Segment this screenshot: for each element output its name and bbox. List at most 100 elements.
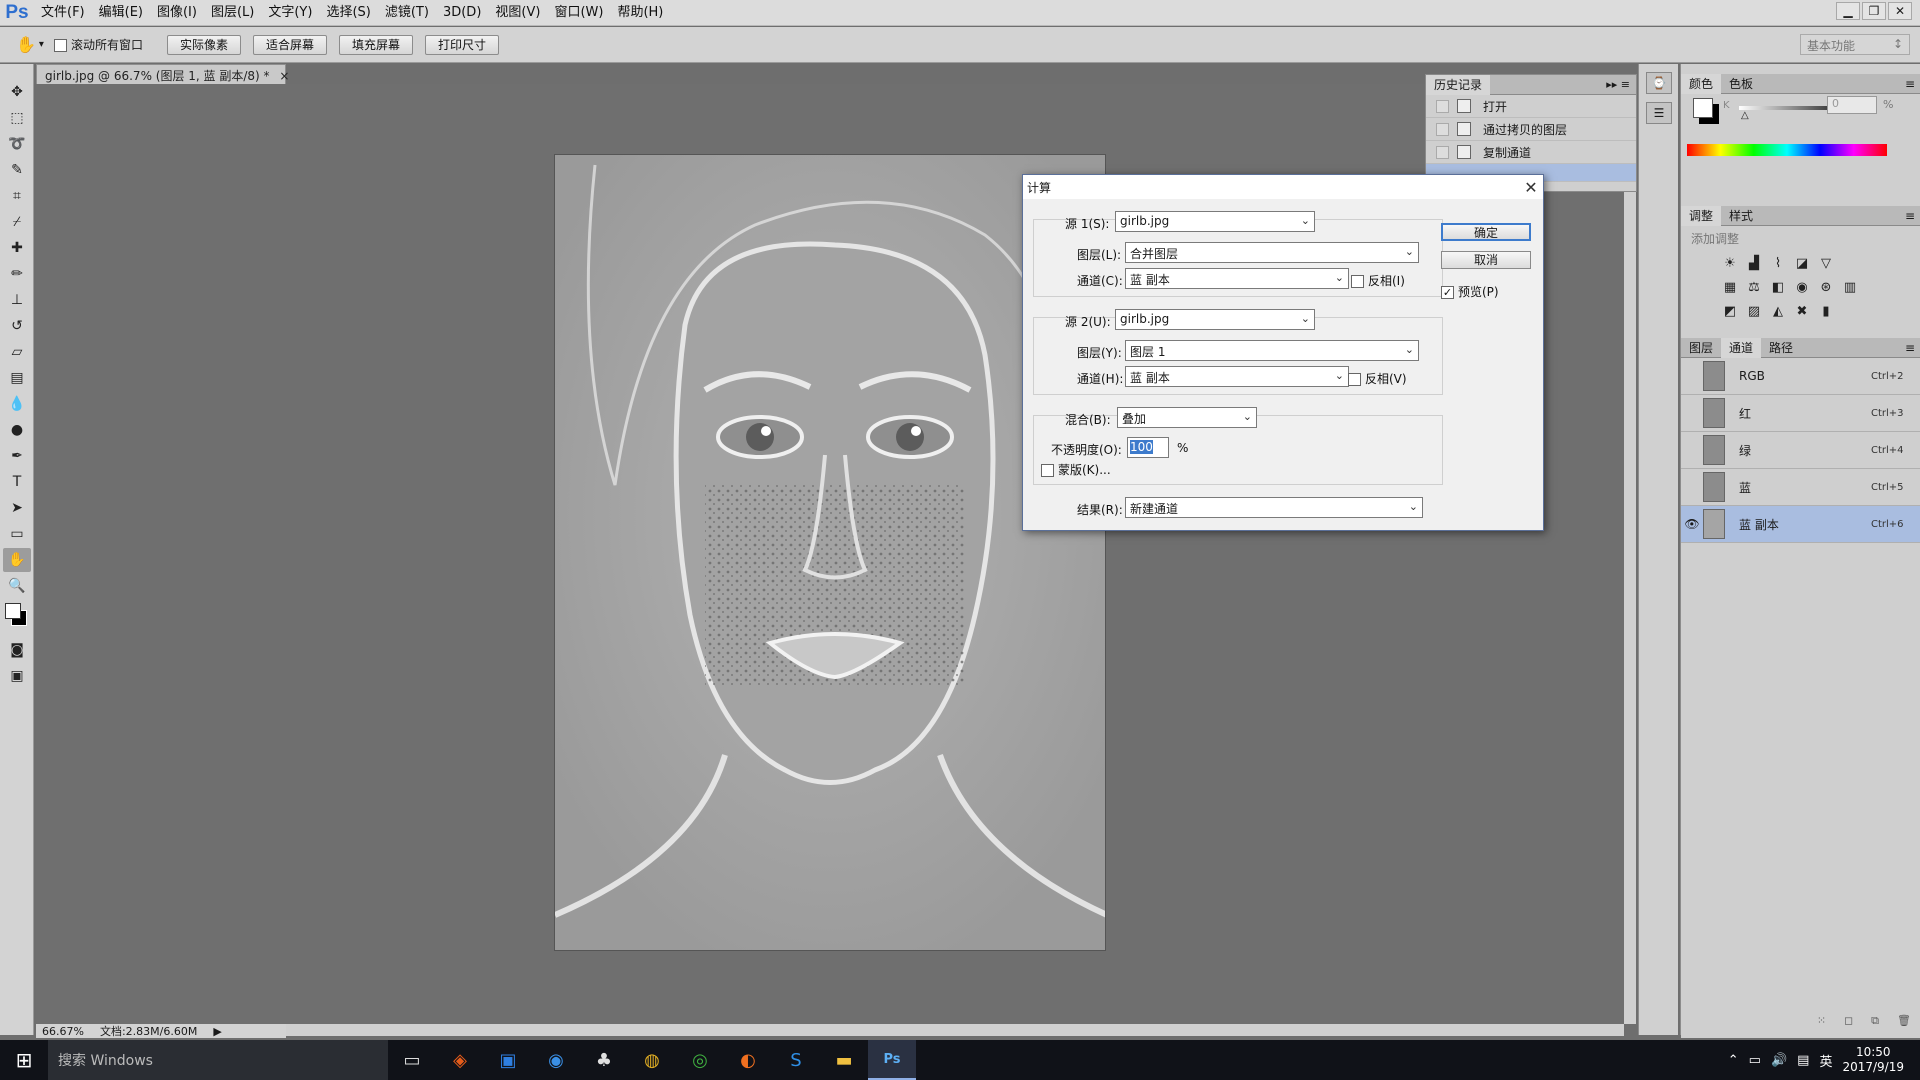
black-white-icon[interactable]: ◧ [1769,279,1787,295]
notification-icon[interactable]: ▤ [1797,1053,1809,1068]
quick-select-tool-icon[interactable]: ✎ [3,158,31,182]
history-brush-source-toggle[interactable] [1436,145,1449,159]
horizontal-scrollbar[interactable] [280,1024,1624,1036]
photoshop-taskbar-icon[interactable]: Ps [868,1040,916,1080]
opacity-input[interactable]: 100 [1127,437,1169,458]
panel-menu-icon[interactable]: ≡ [1905,77,1920,91]
tab-layers[interactable]: 图层 [1681,338,1721,358]
zoom-tool-icon[interactable]: 🔍 [3,574,31,598]
green-app-icon[interactable]: ◎ [676,1040,724,1080]
workspace-select[interactable]: 基本功能 ↕ [1800,34,1910,55]
channel-mixer-icon[interactable]: ⊛ [1817,279,1835,295]
lasso-tool-icon[interactable]: ➰ [3,132,31,156]
pen-tool-icon[interactable]: ✒ [3,444,31,468]
ok-button[interactable]: 确定 [1441,223,1531,241]
foreground-color-swatch[interactable] [5,603,21,619]
channel-row-blue[interactable]: 蓝 Ctrl+5 [1681,469,1920,506]
zoom-level[interactable]: 66.67% [42,1025,84,1038]
channel-row-red[interactable]: 红 Ctrl+3 [1681,395,1920,432]
checkbox-checked-icon[interactable] [1441,286,1454,299]
marquee-tool-icon[interactable]: ⬚ [3,106,31,130]
menu-select[interactable]: 选择(S) [319,0,377,26]
print-size-button[interactable]: 打印尺寸 [425,34,500,55]
menu-layer[interactable]: 图层(L) [204,0,261,26]
channel-row-green[interactable]: 绿 Ctrl+4 [1681,432,1920,469]
checkbox-icon[interactable] [1351,275,1364,288]
brightness-icon[interactable]: ☀ [1721,255,1739,271]
taskbar-search-box[interactable]: 搜索 Windows [48,1040,388,1080]
source1-invert-checkbox[interactable]: 反相(I) [1351,272,1405,289]
source2-invert-checkbox[interactable]: 反相(V) [1348,370,1407,387]
screen-mode-icon[interactable]: ▣ [3,664,31,688]
menu-type[interactable]: 文字(Y) [261,0,319,26]
menu-help[interactable]: 帮助(H) [610,0,670,26]
source2-channel-select[interactable]: 蓝 副本 ⌄ [1125,366,1349,387]
dialog-titlebar[interactable]: 计算 ✕ [1023,175,1543,199]
delete-channel-icon[interactable]: 🗑 [1897,1014,1911,1034]
brush-tool-icon[interactable]: ✏ [3,262,31,286]
eraser-tool-icon[interactable]: ▱ [3,340,31,364]
clone-stamp-tool-icon[interactable]: ⊥ [3,288,31,312]
qq-app-icon[interactable]: ♣ [580,1040,628,1080]
crop-tool-icon[interactable]: ⌗ [3,184,31,208]
dodge-tool-icon[interactable]: ● [3,418,31,442]
move-tool-icon[interactable]: ✥ [3,80,31,104]
color-lookup-icon[interactable]: ▥ [1841,279,1859,295]
curves-icon[interactable]: ⌇ [1769,255,1787,271]
blend-mode-select[interactable]: 叠加 ⌄ [1117,407,1257,428]
hand-tool-icon[interactable]: ✋ [3,548,31,572]
history-item[interactable]: 复制通道 [1426,141,1636,164]
selective-color-icon[interactable]: ✖ [1793,303,1811,319]
windows-start-icon[interactable]: ⊞ [0,1040,48,1080]
type-tool-icon[interactable]: T [3,470,31,494]
task-view-icon[interactable]: ▭ [388,1040,436,1080]
tab-history[interactable]: 历史记录 [1426,74,1491,95]
result-select[interactable]: 新建通道 ⌄ [1125,497,1423,518]
menu-image[interactable]: 图像(I) [150,0,204,26]
tab-channels[interactable]: 通道 [1721,337,1762,358]
blur-tool-icon[interactable]: 💧 [3,392,31,416]
invert-icon[interactable]: ◩ [1721,303,1739,319]
source1-file-select[interactable]: girlb.jpg ⌄ [1115,211,1315,232]
color-spectrum-bar[interactable] [1687,144,1887,156]
minimize-button[interactable]: ▁ [1836,2,1860,20]
gradient-map-icon[interactable]: ▮ [1817,303,1835,319]
cancel-button[interactable]: 取消 [1441,251,1531,269]
document-tab[interactable]: girlb.jpg @ 66.7% (图层 1, 蓝 副本/8) * × [36,64,289,84]
tab-paths[interactable]: 路径 [1761,338,1801,358]
skype-app-icon[interactable]: S [772,1040,820,1080]
menu-file[interactable]: 文件(F) [34,0,92,26]
menu-3d[interactable]: 3D(D) [436,0,488,26]
tab-styles[interactable]: 样式 [1721,206,1761,226]
photo-filter-icon[interactable]: ◉ [1793,279,1811,295]
exposure-icon[interactable]: ◪ [1793,255,1811,271]
color-swatches[interactable] [0,600,33,636]
posterize-icon[interactable]: ▨ [1745,303,1763,319]
save-selection-icon[interactable]: ◻ [1844,1014,1853,1034]
tab-swatches[interactable]: 色板 [1721,74,1761,94]
history-brush-source-toggle[interactable] [1436,122,1449,136]
chevron-down-icon[interactable]: ▾ [39,39,44,50]
properties-panel-icon[interactable]: ☰ [1646,102,1672,124]
file-explorer-icon[interactable]: ▬ [820,1040,868,1080]
status-menu-arrow-icon[interactable]: ▶ [213,1025,221,1038]
slider-handle-icon[interactable]: △ [1741,110,1749,121]
path-select-tool-icon[interactable]: ➤ [3,496,31,520]
network-icon[interactable]: ▭ [1749,1053,1761,1068]
chrome-app-icon[interactable]: ◍ [628,1040,676,1080]
checkbox-icon[interactable] [1041,464,1054,477]
load-selection-icon[interactable]: ⁙ [1817,1014,1826,1034]
levels-icon[interactable]: ▟ [1745,255,1763,271]
browser-app-icon[interactable]: ◉ [532,1040,580,1080]
history-brush-source-toggle[interactable] [1436,99,1449,113]
close-window-button[interactable]: ✕ [1888,2,1912,20]
quick-mask-icon[interactable]: ◙ [3,638,31,662]
history-item[interactable]: 打开 [1426,95,1636,118]
source2-file-select[interactable]: girlb.jpg ⌄ [1115,309,1315,330]
color-balance-icon[interactable]: ⚖ [1745,279,1763,295]
new-channel-icon[interactable]: ⧉ [1871,1014,1879,1034]
vertical-scrollbar[interactable] [1624,84,1636,1024]
mask-checkbox[interactable]: 蒙版(K)... [1041,461,1111,478]
tab-adjustments[interactable]: 调整 [1681,205,1722,226]
source1-channel-select[interactable]: 蓝 副本 ⌄ [1125,268,1349,289]
